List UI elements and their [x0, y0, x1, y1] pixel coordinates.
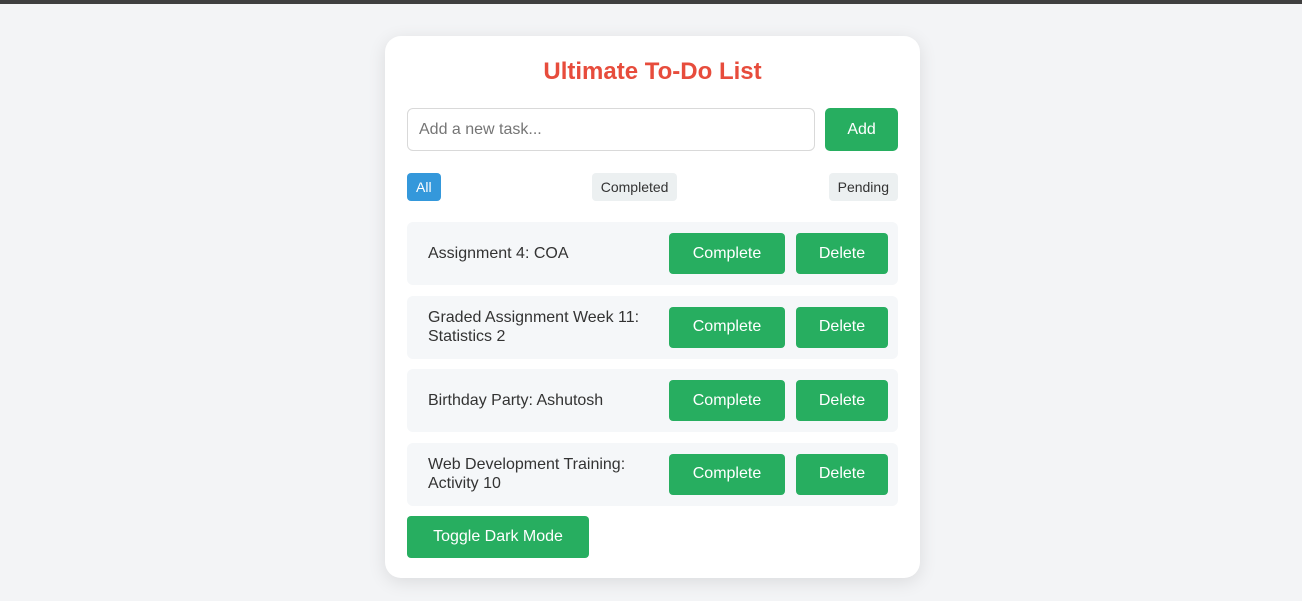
- task-item: Graded Assignment Week 11: Statistics 2 …: [407, 295, 898, 359]
- complete-task-button[interactable]: Complete: [669, 233, 785, 274]
- delete-task-button[interactable]: Delete: [796, 380, 888, 421]
- task-item: Birthday Party: Ashutosh Complete Delete: [407, 369, 898, 432]
- task-text: Web Development Training: Activity 10: [428, 456, 626, 492]
- filter-bar: All Completed Pending: [407, 173, 898, 201]
- filter-all-button[interactable]: All: [407, 173, 441, 201]
- task-item: Web Development Training: Activity 10 Co…: [407, 442, 898, 506]
- todo-card: Ultimate To-Do List Add All Completed Pe…: [385, 36, 920, 578]
- delete-task-button[interactable]: Delete: [796, 233, 888, 274]
- task-list: Assignment 4: COA Complete Delete Graded…: [407, 222, 898, 506]
- task-text: Birthday Party: Ashutosh: [428, 392, 604, 409]
- toggle-dark-mode-button[interactable]: Toggle Dark Mode: [407, 516, 589, 558]
- add-task-row: Add: [407, 108, 898, 151]
- complete-task-button[interactable]: Complete: [669, 380, 785, 421]
- complete-task-button[interactable]: Complete: [669, 306, 785, 348]
- delete-task-button[interactable]: Delete: [796, 306, 888, 348]
- task-text: Assignment 4: COA: [428, 245, 569, 262]
- complete-task-button[interactable]: Complete: [669, 453, 785, 495]
- task-item: Assignment 4: COA Complete Delete: [407, 222, 898, 285]
- filter-pending-button[interactable]: Pending: [828, 173, 898, 201]
- delete-task-button[interactable]: Delete: [796, 453, 888, 495]
- app-title: Ultimate To-Do List: [543, 58, 762, 85]
- task-text: Graded Assignment Week 11: Statistics 2: [428, 309, 640, 345]
- new-task-input[interactable]: [407, 108, 816, 151]
- filter-completed-button[interactable]: Completed: [591, 173, 678, 201]
- top-border: [0, 0, 1302, 4]
- add-task-button[interactable]: Add: [825, 108, 898, 151]
